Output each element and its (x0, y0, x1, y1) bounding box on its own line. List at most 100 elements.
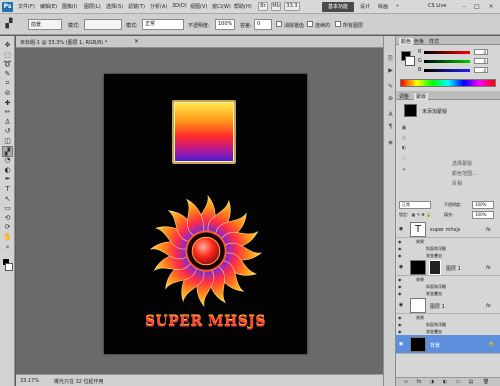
layer-name[interactable]: 图层 1 (430, 303, 445, 310)
density-icon[interactable]: ◐ (400, 144, 408, 152)
status-info[interactable]: 曝光只在 32 位起作用 (54, 378, 104, 385)
red-channel-slider[interactable] (424, 51, 470, 54)
effects-header-row[interactable]: ◉ 效果 (396, 276, 500, 283)
layer-row-background[interactable]: ◉ 背景 🔒 (396, 335, 500, 354)
menu-analysis[interactable]: 分析(A) (150, 3, 167, 10)
tolerance-field[interactable]: 0 (254, 19, 272, 30)
effects-header-row[interactable]: ◉ 效果 (396, 314, 500, 321)
eye-icon[interactable]: ◉ (398, 226, 404, 232)
fill-field[interactable]: 100% (472, 211, 494, 219)
layer-row-white[interactable]: ◉ 图层 1 fx (396, 297, 500, 314)
fx-icon[interactable]: fx (486, 265, 491, 271)
refine-icon[interactable]: ⟡ (400, 166, 408, 174)
clone-source-panel-icon[interactable]: ⊕ (386, 94, 395, 103)
lock-pixels-icon[interactable]: ✎ (417, 212, 420, 217)
status-zoom[interactable]: 33.17% (20, 378, 39, 384)
layer-name[interactable]: 背景 (430, 342, 440, 349)
feather-icon[interactable]: ◌ (400, 154, 408, 162)
layer-name[interactable]: 图层 1 (446, 265, 461, 272)
fx-icon[interactable]: fx (486, 303, 491, 309)
link-layers-icon[interactable]: ∞ (402, 379, 410, 386)
tab-masks[interactable]: 蒙版 (414, 93, 429, 100)
blue-channel-value[interactable]: 0 (474, 67, 488, 73)
mode-select[interactable]: 正常 (142, 19, 184, 30)
lock-transparent-icon[interactable]: ▦ (412, 212, 416, 217)
menu-file[interactable]: 文件(F) (18, 3, 35, 10)
red-channel-value[interactable]: 0 (474, 49, 488, 55)
contiguous-checkbox[interactable] (307, 21, 313, 27)
menu-edit[interactable]: 编辑(E) (40, 3, 57, 10)
paragraph-panel-icon[interactable]: ¶ (386, 122, 395, 131)
anti-alias-checkbox[interactable] (276, 21, 282, 27)
eye-icon[interactable]: ◉ (398, 238, 402, 245)
workspace-painting-link[interactable]: 绘画 (378, 3, 388, 10)
tab-swatches[interactable]: 色板 (414, 38, 424, 45)
color-spectrum-bar[interactable] (400, 79, 496, 87)
mask-edge-button[interactable]: 选择蒙版 (452, 160, 472, 167)
document-tab[interactable]: 未标题-1 @ 33.3% (图层 1, RGB/8) * × (16, 36, 383, 48)
workspace-design-link[interactable]: 设计 (360, 3, 370, 10)
eye-icon[interactable]: ◉ (398, 341, 404, 347)
background-color-swatch[interactable] (5, 263, 13, 271)
eye-icon[interactable]: ◉ (398, 290, 402, 297)
eye-icon[interactable]: ◉ (398, 302, 404, 308)
more-workspaces-icon[interactable]: » (396, 3, 399, 9)
adjustment-layer-icon[interactable]: ◐ (441, 379, 449, 386)
menu-view[interactable]: 视图(V) (190, 3, 207, 10)
add-style-icon[interactable]: fx (415, 379, 423, 386)
layer-opacity-field[interactable]: 100% (472, 201, 494, 209)
zoom-tool-icon[interactable]: ⌕ (2, 242, 13, 253)
effect-row[interactable]: ◉ 渐变叠加 (396, 290, 500, 297)
layer-row-text[interactable]: ◉ T super mhsjs fx (396, 221, 500, 238)
eye-icon[interactable]: ◉ (398, 314, 402, 321)
eye-icon[interactable]: ◉ (398, 328, 402, 335)
lock-all-icon[interactable]: 🔒 (426, 212, 431, 217)
menu-select[interactable]: 选择(S) (106, 3, 123, 10)
vector-mask-icon[interactable]: ◇ (400, 134, 408, 142)
blend-mode-select[interactable]: 正常 (399, 201, 431, 209)
green-channel-value[interactable]: 0 (474, 58, 488, 64)
eye-icon[interactable]: ◉ (398, 276, 402, 283)
maximize-icon[interactable]: □ (471, 2, 483, 11)
layer-mask-thumbnail[interactable] (429, 260, 441, 275)
tab-color[interactable]: 颜色 (399, 38, 414, 45)
eye-icon[interactable]: ◉ (398, 321, 402, 328)
canvas-area[interactable]: SUPER MHSJS (16, 48, 383, 374)
character-panel-icon[interactable]: A (386, 110, 395, 119)
brush-panel-icon[interactable]: ✎ (386, 82, 395, 91)
pixel-mask-icon[interactable]: ▣ (400, 124, 408, 132)
effect-row[interactable]: ◉ 斜面和浮雕 (396, 283, 500, 290)
cs-live-button[interactable]: CS Live (428, 3, 446, 9)
opacity-field[interactable]: 100% (215, 19, 235, 30)
trash-icon[interactable]: 🗑 (482, 379, 490, 386)
menu-layer[interactable]: 图层(L) (84, 3, 101, 10)
new-layer-icon[interactable]: ▤ (467, 379, 475, 386)
bridge-icon[interactable]: Br (258, 2, 268, 11)
fill-source-dropdown[interactable]: 前景 (28, 19, 62, 30)
menu-help[interactable]: 帮助(H) (234, 3, 252, 10)
3d-panel-icon[interactable]: ◈ (386, 138, 395, 147)
pattern-picker[interactable] (84, 19, 122, 30)
eye-icon[interactable]: ◉ (398, 252, 402, 259)
lock-position-icon[interactable]: ✥ (421, 212, 424, 217)
effect-row[interactable]: ◉ 斜面和浮雕 (396, 245, 500, 252)
tab-styles[interactable]: 样式 (429, 38, 439, 45)
add-mask-icon[interactable]: ◑ (428, 379, 436, 386)
eye-icon[interactable]: ◉ (398, 283, 402, 290)
effect-row[interactable]: ◉ 渐变叠加 (396, 328, 500, 335)
blue-channel-slider[interactable] (424, 69, 470, 72)
effect-row[interactable]: ◉ 渐变叠加 (396, 252, 500, 259)
eye-icon[interactable]: ◉ (398, 264, 404, 270)
fx-icon[interactable]: fx (486, 227, 491, 233)
menu-window[interactable]: 窗口(W) (212, 3, 231, 10)
mini-bridge-icon[interactable]: Mb (271, 2, 281, 11)
color-range-button[interactable]: 颜色范围... (452, 170, 477, 177)
zoom-level-box[interactable]: 33.3 (284, 2, 300, 11)
history-panel-icon[interactable]: ⎘ (386, 54, 395, 63)
layer-name[interactable]: super mhsjs (430, 227, 460, 233)
artwork-canvas[interactable]: SUPER MHSJS (104, 74, 307, 354)
invert-button[interactable]: 反相 (452, 180, 462, 187)
layer-row-masked[interactable]: ◉ 图层 1 fx (396, 259, 500, 276)
menu-filter[interactable]: 滤镜(T) (128, 3, 145, 10)
effects-header-row[interactable]: ◉ 效果 (396, 238, 500, 245)
